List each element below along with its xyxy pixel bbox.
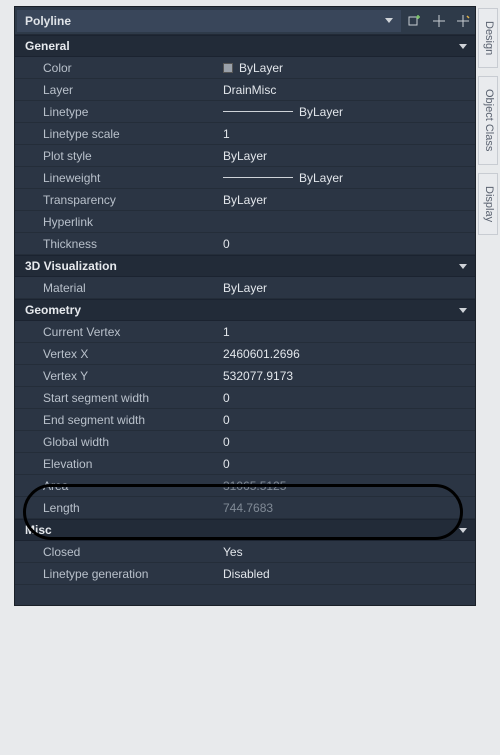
chevron-down-icon [459, 264, 467, 269]
property-row[interactable]: Vertex X 2460601.2696 [15, 343, 475, 365]
line-sample-icon [223, 177, 293, 178]
top-row: Polyline [15, 7, 475, 35]
property-row[interactable]: Plot style ByLayer [15, 145, 475, 167]
property-row[interactable]: Vertex Y 532077.9173 [15, 365, 475, 387]
toggle-pickadd-button[interactable] [403, 9, 427, 33]
property-row[interactable]: Current Vertex 1 [15, 321, 475, 343]
property-value: ByLayer [223, 281, 475, 295]
property-value: DrainMisc [223, 83, 475, 97]
section-misc-body: Closed Yes Linetype generation Disabled [15, 541, 475, 585]
property-label: Global width [43, 435, 223, 449]
property-label: Vertex Y [43, 369, 223, 383]
property-row[interactable]: Layer DrainMisc [15, 79, 475, 101]
quick-select-button[interactable] [451, 9, 475, 33]
property-label: Start segment width [43, 391, 223, 405]
tab-design[interactable]: Design [478, 8, 498, 68]
property-label: Hyperlink [43, 215, 223, 229]
property-value: ByLayer [223, 105, 475, 119]
property-row[interactable]: Linetype ByLayer [15, 101, 475, 123]
select-objects-button[interactable] [427, 9, 451, 33]
property-row[interactable]: Linetype generation Disabled [15, 563, 475, 585]
property-value: 0 [223, 391, 475, 405]
section-title: 3D Visualization [25, 259, 117, 273]
chevron-down-icon [459, 308, 467, 313]
property-value: 31065.5125 [223, 479, 475, 493]
property-row[interactable]: Transparency ByLayer [15, 189, 475, 211]
property-value: Yes [223, 545, 475, 559]
property-value: Disabled [223, 567, 475, 581]
property-label: Linetype generation [43, 567, 223, 581]
property-value: 2460601.2696 [223, 347, 475, 361]
chevron-down-icon [459, 44, 467, 49]
property-row[interactable]: Elevation 0 [15, 453, 475, 475]
tab-object-class[interactable]: Object Class [478, 76, 498, 164]
chevron-down-icon [385, 18, 393, 23]
section-geometry-body: Current Vertex 1 Vertex X 2460601.2696 V… [15, 321, 475, 519]
side-tabs: Design Object Class Display [478, 8, 498, 235]
property-label: Color [43, 61, 223, 75]
property-label: Area [43, 479, 223, 493]
property-label: Lineweight [43, 171, 223, 185]
property-value: ByLayer [223, 193, 475, 207]
property-row-area: Area 31065.5125 [15, 475, 475, 497]
property-value: 1 [223, 127, 475, 141]
property-row[interactable]: Closed Yes [15, 541, 475, 563]
property-row[interactable]: Color ByLayer [15, 57, 475, 79]
property-value: 744.7683 [223, 501, 475, 515]
property-label: Transparency [43, 193, 223, 207]
property-label: Vertex X [43, 347, 223, 361]
properties-panel: Polyline General Color ByLayer [14, 6, 476, 606]
property-row[interactable]: End segment width 0 [15, 409, 475, 431]
toolbar-icons [403, 9, 475, 33]
property-label: Thickness [43, 237, 223, 251]
property-value: 0 [223, 237, 475, 251]
property-label: Linetype scale [43, 127, 223, 141]
property-value: ByLayer [223, 149, 475, 163]
property-label: Length [43, 501, 223, 515]
property-value: 0 [223, 457, 475, 471]
property-label: Elevation [43, 457, 223, 471]
property-value-text: ByLayer [299, 171, 343, 185]
section-title: Misc [25, 523, 52, 537]
property-label: Layer [43, 83, 223, 97]
property-label: Plot style [43, 149, 223, 163]
tab-display[interactable]: Display [478, 173, 498, 235]
line-sample-icon [223, 111, 293, 112]
property-row[interactable]: Hyperlink [15, 211, 475, 233]
section-geometry-header[interactable]: Geometry [15, 299, 475, 321]
property-value-text: ByLayer [239, 61, 283, 75]
section-general-body: Color ByLayer Layer DrainMisc Linetype B… [15, 57, 475, 255]
property-value: 0 [223, 413, 475, 427]
color-swatch-icon [223, 63, 233, 73]
property-value: ByLayer [223, 171, 475, 185]
property-label: Closed [43, 545, 223, 559]
property-label: End segment width [43, 413, 223, 427]
property-value: 532077.9173 [223, 369, 475, 383]
section-3dviz-body: Material ByLayer [15, 277, 475, 299]
property-row[interactable]: Lineweight ByLayer [15, 167, 475, 189]
chevron-down-icon [459, 528, 467, 533]
property-value: ByLayer [223, 61, 475, 75]
section-title: General [25, 39, 70, 53]
property-value-text: ByLayer [299, 105, 343, 119]
property-label: Linetype [43, 105, 223, 119]
property-row[interactable]: Start segment width 0 [15, 387, 475, 409]
property-row[interactable]: Linetype scale 1 [15, 123, 475, 145]
property-row[interactable]: Material ByLayer [15, 277, 475, 299]
property-value: 0 [223, 435, 475, 449]
property-label: Material [43, 281, 223, 295]
property-row[interactable]: Thickness 0 [15, 233, 475, 255]
property-label: Current Vertex [43, 325, 223, 339]
section-misc-header[interactable]: Misc [15, 519, 475, 541]
section-title: Geometry [25, 303, 81, 317]
section-general-header[interactable]: General [15, 35, 475, 57]
property-row-length: Length 744.7683 [15, 497, 475, 519]
section-3dviz-header[interactable]: 3D Visualization [15, 255, 475, 277]
property-row[interactable]: Global width 0 [15, 431, 475, 453]
object-type-selector[interactable]: Polyline [17, 10, 401, 32]
property-value: 1 [223, 325, 475, 339]
selector-value: Polyline [25, 14, 71, 28]
